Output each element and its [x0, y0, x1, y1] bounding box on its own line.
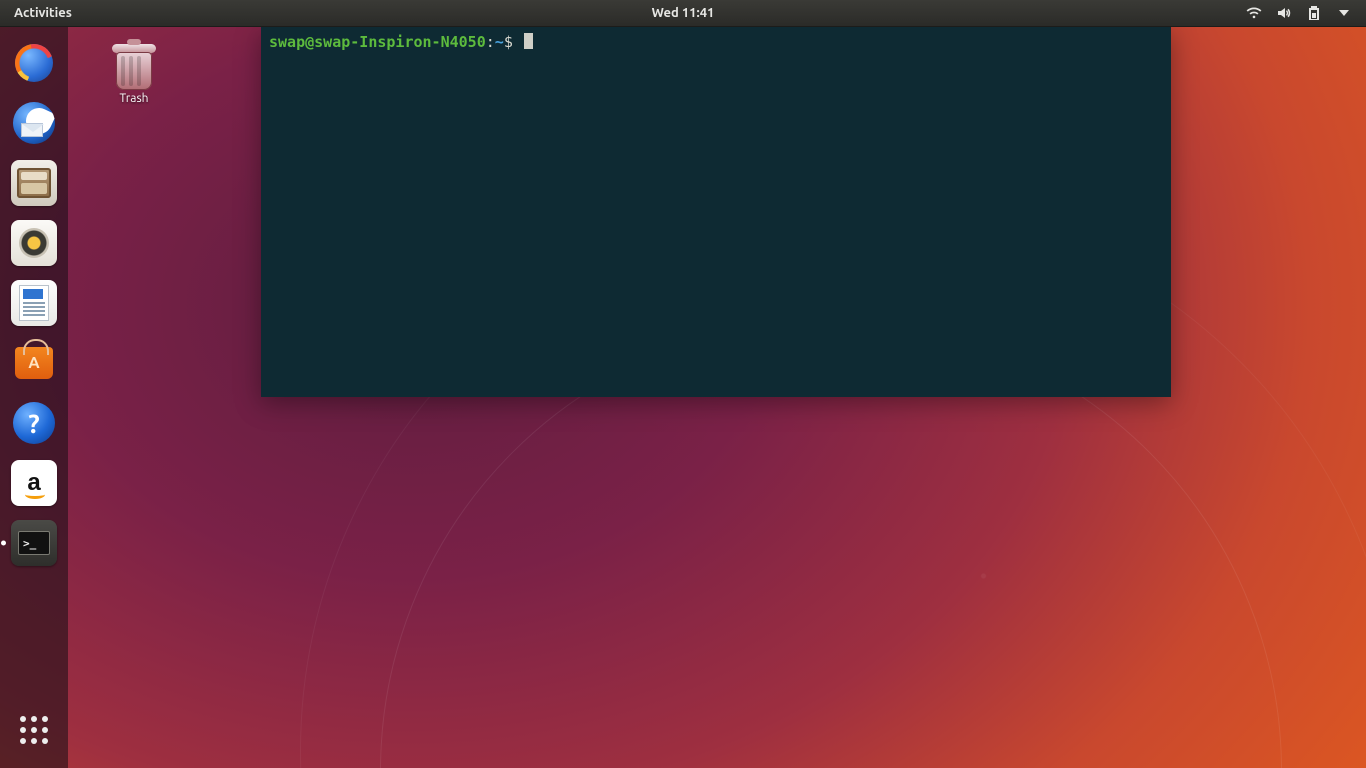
desktop-wallpaper: Activities Wed 11:41 — [0, 0, 1366, 768]
dock-item-files[interactable] — [10, 159, 58, 207]
apps-grid-icon — [20, 716, 48, 744]
prompt-host: swap-Inspiron-N4050 — [314, 33, 486, 51]
dock-item-libreoffice-writer[interactable] — [10, 279, 58, 327]
system-status-area[interactable] — [1246, 5, 1366, 21]
amazon-icon: a — [11, 460, 57, 506]
prompt-user: swap — [269, 33, 305, 51]
battery-icon — [1306, 5, 1322, 21]
firefox-icon — [15, 44, 53, 82]
network-wireless-icon — [1246, 5, 1262, 21]
dock-item-ubuntu-software[interactable] — [10, 339, 58, 387]
desktop-icons-area: Trash — [96, 42, 172, 105]
terminal-icon — [11, 520, 57, 566]
ubuntu-software-icon — [15, 347, 53, 379]
dock-item-firefox[interactable] — [10, 39, 58, 87]
activities-button[interactable]: Activities — [0, 6, 86, 20]
prompt-symbol: $ — [504, 33, 513, 51]
prompt-path: ~ — [495, 33, 504, 51]
terminal-cursor — [524, 33, 533, 49]
thunderbird-icon — [13, 102, 55, 144]
rhythmbox-icon — [11, 220, 57, 266]
show-applications-button[interactable] — [10, 706, 58, 754]
volume-icon — [1276, 5, 1292, 21]
terminal-window[interactable]: swap@swap-Inspiron-N4050:~$ — [261, 27, 1171, 397]
files-icon — [11, 160, 57, 206]
dock-item-thunderbird[interactable] — [10, 99, 58, 147]
help-icon: ? — [13, 402, 55, 444]
terminal-line[interactable]: swap@swap-Inspiron-N4050:~$ — [261, 27, 1171, 52]
dock-item-amazon[interactable]: a — [10, 459, 58, 507]
gnome-top-bar: Activities Wed 11:41 — [0, 0, 1366, 27]
dock-item-help[interactable]: ? — [10, 399, 58, 447]
libreoffice-writer-icon — [11, 280, 57, 326]
clock[interactable]: Wed 11:41 — [652, 6, 715, 20]
ubuntu-dock: ? a — [0, 27, 68, 768]
desktop-icon-label: Trash — [119, 92, 148, 105]
dock-item-terminal[interactable] — [10, 519, 58, 567]
desktop-icon-trash[interactable]: Trash — [96, 42, 172, 105]
trash-icon — [112, 42, 156, 92]
chevron-down-icon — [1336, 5, 1352, 21]
dock-item-rhythmbox[interactable] — [10, 219, 58, 267]
